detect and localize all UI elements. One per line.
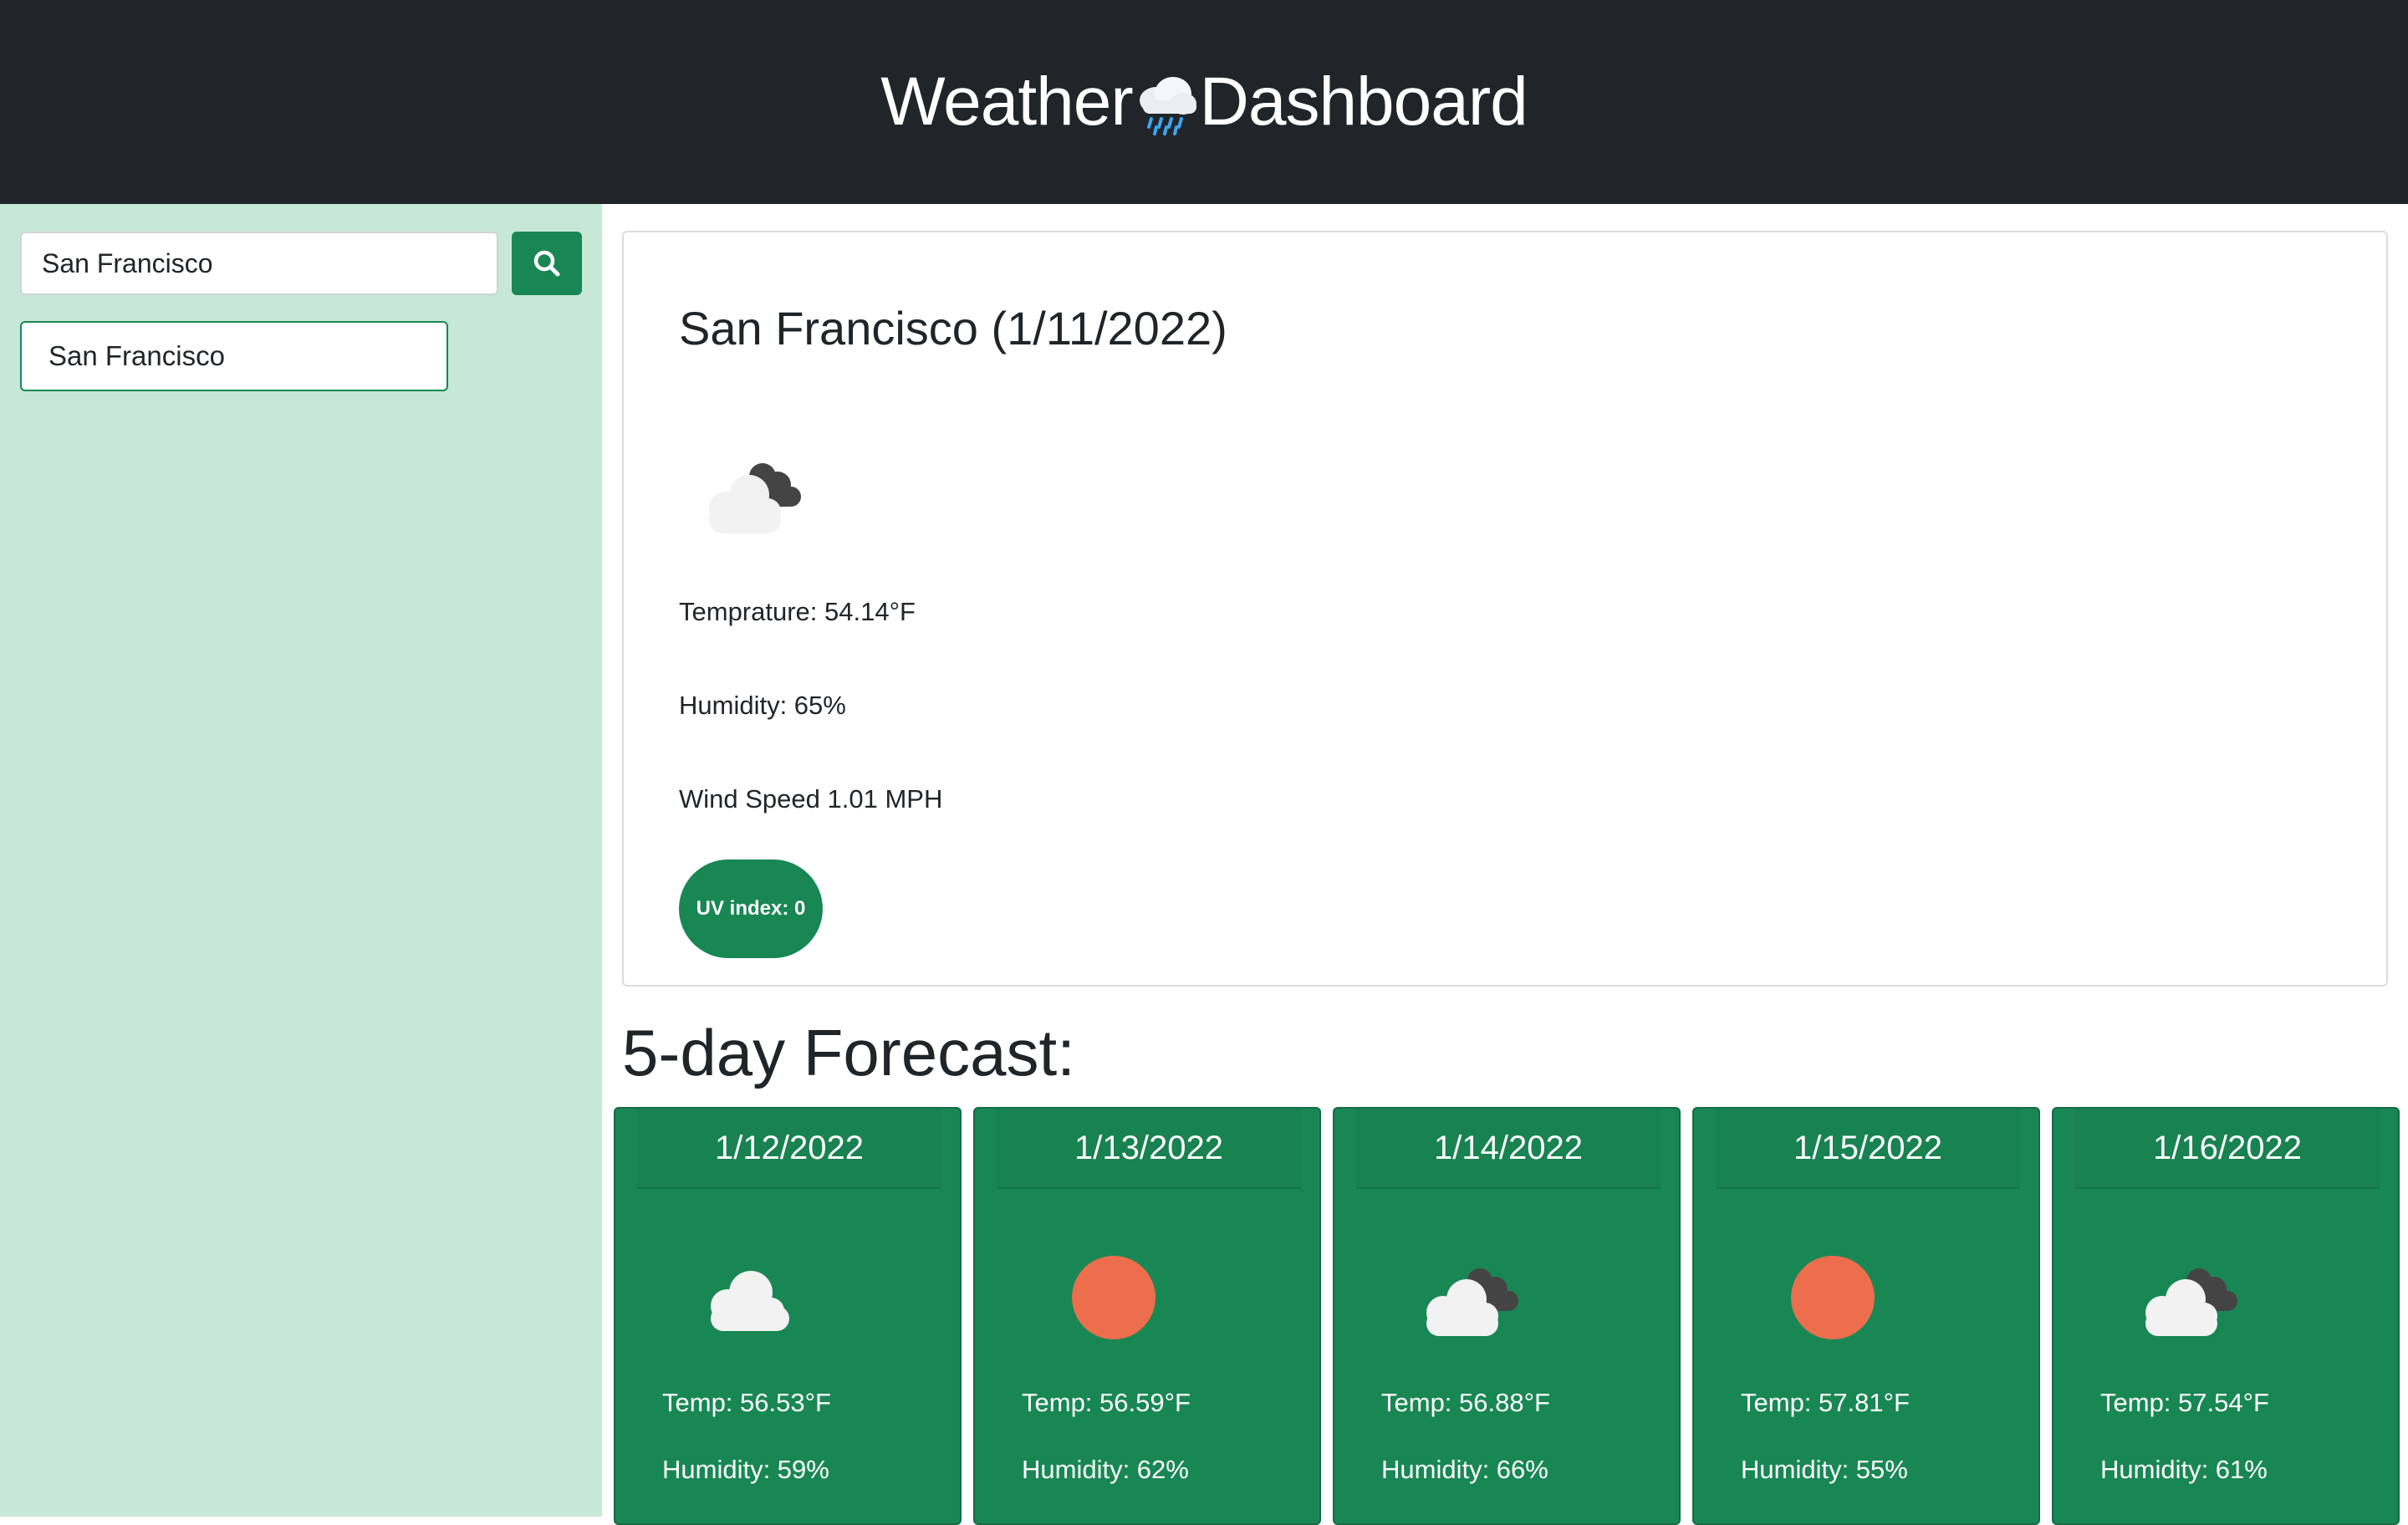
app-title: Weather Dashboard (880, 63, 1528, 141)
forecast-card: 1/16/2022 Temp: 57.54°F Humidity: 61% (2052, 1107, 2400, 1525)
forecast-row: 1/12/2022 Temp: 56.53°F Humidity: 59% 1/… (614, 1107, 2400, 1525)
search-icon (533, 250, 560, 277)
broken-clouds-icon (1426, 1268, 1518, 1336)
forecast-date: 1/15/2022 (1716, 1109, 2020, 1189)
forecast-humidity: Humidity: 59% (662, 1455, 829, 1484)
uv-index-badge: UV index: 0 (679, 859, 823, 958)
forecast-temp: Temp: 57.81°F (1741, 1388, 1910, 1417)
forecast-date: 1/12/2022 (637, 1109, 941, 1189)
forecast-heading: 5-day Forecast: (622, 1016, 1075, 1089)
app-title-left: Weather (880, 64, 1133, 140)
forecast-date: 1/13/2022 (997, 1109, 1301, 1189)
app-header: Weather Dashboard (0, 0, 2408, 204)
cloud-icon (711, 1271, 789, 1331)
current-humidity: Humidity: 65% (679, 691, 846, 720)
cloud-rain-icon (1139, 77, 1196, 135)
sun-icon (1072, 1256, 1156, 1339)
forecast-humidity: Humidity: 61% (2100, 1455, 2268, 1484)
forecast-temp: Temp: 56.88°F (1381, 1388, 1550, 1417)
forecast-date: 1/14/2022 (1356, 1109, 1661, 1189)
city-date-heading: San Francisco (1/11/2022) (679, 302, 1227, 354)
broken-clouds-icon (2145, 1268, 2237, 1336)
search-history-item[interactable]: San Francisco (20, 321, 448, 391)
current-wind-speed: Wind Speed 1.01 MPH (679, 784, 943, 814)
forecast-temp: Temp: 56.59°F (1022, 1388, 1191, 1417)
current-temperature: Temprature: 54.14°F (679, 597, 916, 626)
forecast-date: 1/16/2022 (2075, 1109, 2380, 1189)
sun-icon (1791, 1256, 1875, 1339)
forecast-temp: Temp: 57.54°F (2100, 1388, 2269, 1417)
forecast-card: 1/12/2022 Temp: 56.53°F Humidity: 59% (614, 1107, 962, 1525)
forecast-card: 1/14/2022 Temp: 56.88°F Humidity: 66% (1333, 1107, 1681, 1525)
city-search-input[interactable] (20, 232, 498, 295)
forecast-humidity: Humidity: 62% (1022, 1455, 1189, 1484)
forecast-humidity: Humidity: 55% (1741, 1455, 1908, 1484)
app-title-right: Dashboard (1199, 64, 1528, 140)
forecast-card: 1/15/2022 Temp: 57.81°F Humidity: 55% (1692, 1107, 2040, 1525)
forecast-temp: Temp: 56.53°F (662, 1388, 831, 1417)
search-button[interactable] (512, 232, 582, 295)
sidebar: San Francisco (0, 204, 602, 1517)
forecast-humidity: Humidity: 66% (1381, 1455, 1548, 1484)
current-weather-card: San Francisco (1/11/2022) Temprature: 54… (622, 231, 2388, 987)
broken-clouds-icon (709, 463, 801, 533)
forecast-card: 1/13/2022 Temp: 56.59°F Humidity: 62% (973, 1107, 1321, 1525)
